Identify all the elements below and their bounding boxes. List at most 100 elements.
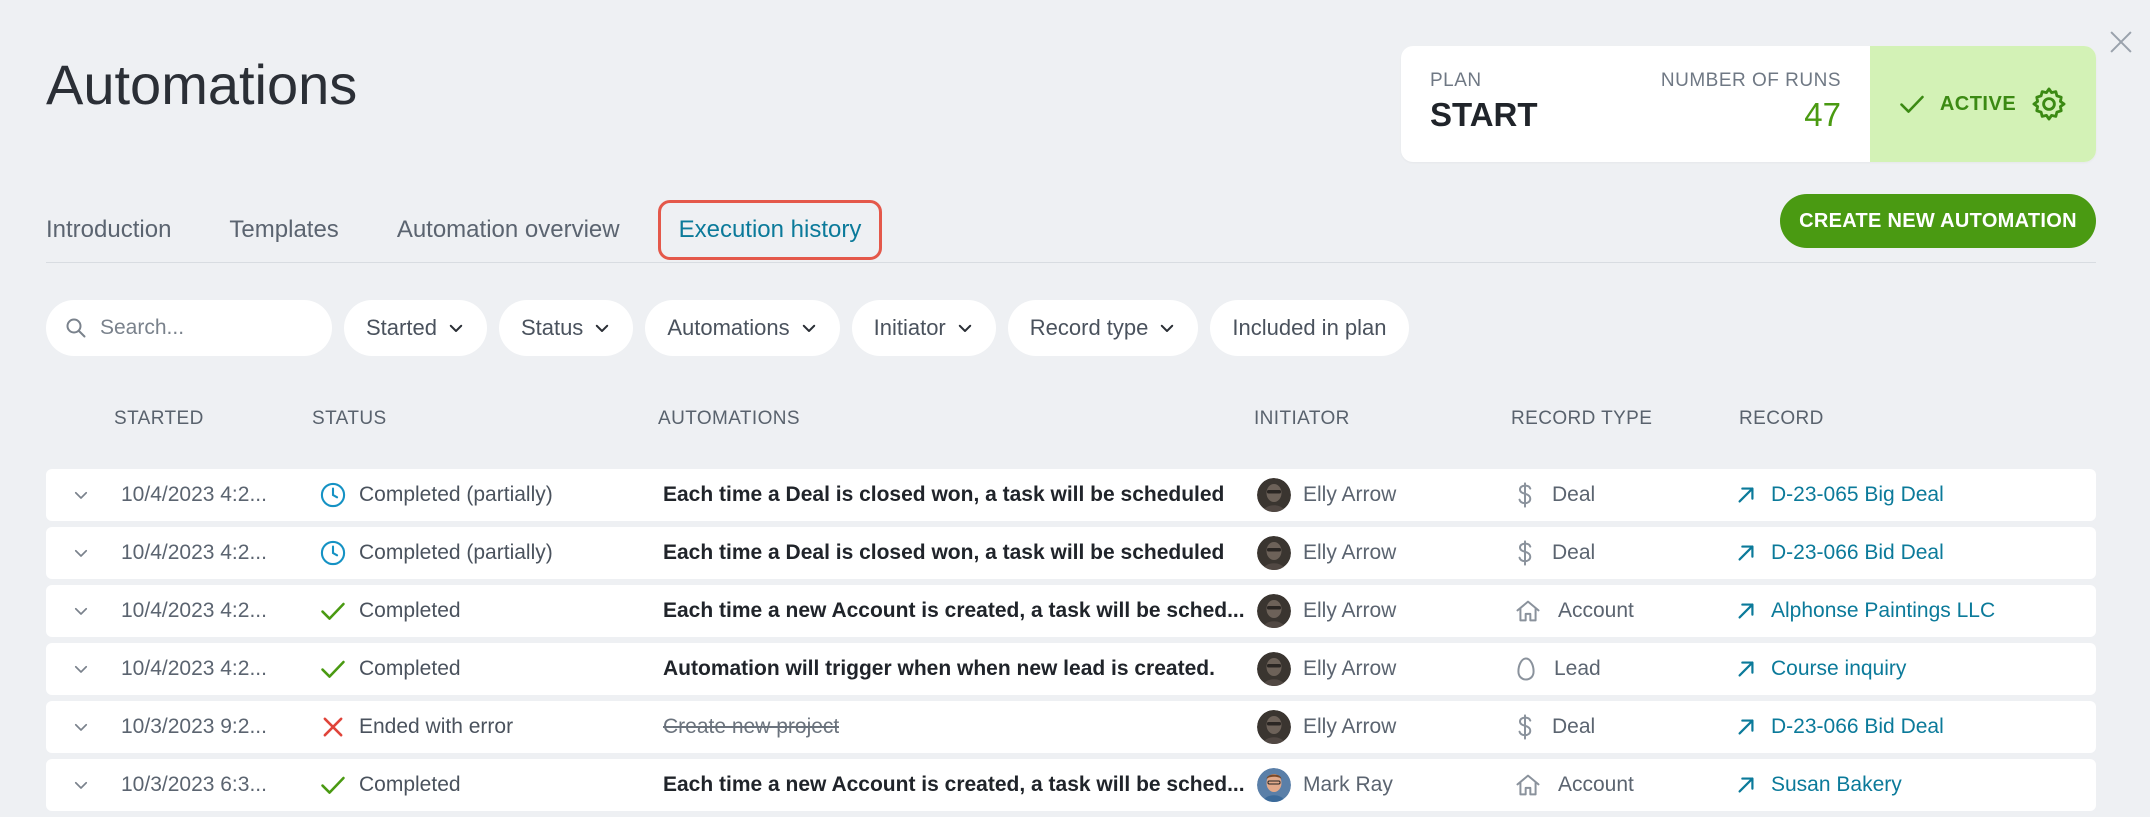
record-link[interactable]: D-23-065 Big Deal bbox=[1735, 469, 1944, 521]
record-type-cell: Deal bbox=[1514, 469, 1595, 521]
automation-name[interactable]: Create new project bbox=[663, 701, 839, 753]
status-text: Completed bbox=[359, 599, 461, 622]
started-cell: 10/4/2023 4:2... bbox=[121, 483, 267, 506]
filter-label: Status bbox=[520, 315, 584, 340]
automation-name[interactable]: Automation will trigger when when new le… bbox=[663, 643, 1215, 695]
initiator-cell: Elly Arrow bbox=[1257, 701, 1396, 753]
check-icon bbox=[319, 771, 347, 799]
tab-introduction[interactable]: Introduction bbox=[46, 208, 171, 252]
tab-automation-overview[interactable]: Automation overview bbox=[397, 208, 620, 252]
table-row[interactable]: 10/4/2023 4:2... Completed Automation will… bbox=[46, 643, 2096, 695]
search-box[interactable] bbox=[46, 300, 332, 356]
record-type-text: Deal bbox=[1552, 541, 1596, 564]
record-link[interactable]: Susan Bakery bbox=[1735, 759, 1902, 811]
initiator-name: Mark Ray bbox=[1303, 773, 1393, 796]
record-link-text[interactable]: D-23-066 Bid Deal bbox=[1771, 541, 1944, 565]
automation-name[interactable]: Each time a Deal is closed won, a task w… bbox=[663, 527, 1224, 579]
search-input[interactable] bbox=[98, 315, 322, 341]
clock-icon bbox=[319, 539, 347, 567]
record-link-text[interactable]: Alphonse Paintings LLC bbox=[1771, 599, 1995, 623]
automation-name[interactable]: Each time a new Account is created, a ta… bbox=[663, 759, 1245, 811]
record-link[interactable]: D-23-066 Bid Deal bbox=[1735, 527, 1944, 579]
avatar bbox=[1257, 478, 1291, 512]
avatar bbox=[1257, 536, 1291, 570]
filter-included-in-plan[interactable]: Included in plan bbox=[1210, 300, 1409, 356]
filter-initiator[interactable]: Initiator bbox=[851, 300, 996, 356]
table-row[interactable]: 10/3/2023 9:2... Ended with error Create n… bbox=[46, 701, 2096, 753]
record-link-text[interactable]: D-23-065 Big Deal bbox=[1771, 483, 1944, 507]
automation-name[interactable]: Each time a Deal is closed won, a task w… bbox=[663, 469, 1224, 521]
clock-icon bbox=[319, 481, 347, 509]
tab-execution-history[interactable]: Execution history bbox=[657, 200, 883, 260]
table-row[interactable]: 10/4/2023 4:2... Completed (partially) Eac… bbox=[46, 469, 2096, 521]
automation-name[interactable]: Each time a new Account is created, a ta… bbox=[663, 585, 1245, 637]
initiator-cell: Elly Arrow bbox=[1257, 469, 1396, 521]
column-header-initiator[interactable]: INITIATOR bbox=[1254, 408, 1350, 430]
initiator-name: Elly Arrow bbox=[1303, 715, 1397, 738]
expand-chevron-icon[interactable] bbox=[72, 585, 90, 637]
tab-bar: Introduction Templates Automation overvi… bbox=[46, 200, 940, 260]
create-new-automation-button[interactable]: CREATE NEW AUTOMATION bbox=[1780, 194, 2096, 248]
tab-templates[interactable]: Templates bbox=[229, 208, 338, 252]
record-type-cell: Account bbox=[1514, 585, 1634, 637]
table-row[interactable]: 10/3/2023 6:3... Completed Each time a new… bbox=[46, 759, 2096, 811]
expand-chevron-icon[interactable] bbox=[72, 643, 90, 695]
status-cell: Ended with error bbox=[319, 701, 513, 753]
column-header-automations[interactable]: AUTOMATIONS bbox=[658, 408, 800, 430]
filter-label: Initiator bbox=[873, 315, 946, 340]
active-label: ACTIVE bbox=[1939, 92, 2017, 115]
record-type-text: Lead bbox=[1554, 657, 1601, 680]
filter-label: Started bbox=[366, 315, 437, 340]
started-cell: 10/4/2023 4:2... bbox=[121, 599, 267, 622]
filter-status[interactable]: Status bbox=[498, 300, 634, 356]
dollar-icon bbox=[1514, 481, 1536, 509]
filter-label: Automations bbox=[667, 315, 790, 340]
filter-label: Included in plan bbox=[1232, 315, 1387, 340]
tabs-divider bbox=[46, 262, 2096, 263]
initiator-cell: Elly Arrow bbox=[1257, 585, 1396, 637]
filter-automations[interactable]: Automations bbox=[645, 300, 840, 356]
search-icon bbox=[66, 318, 86, 338]
initiator-name: Elly Arrow bbox=[1303, 657, 1397, 680]
column-header-started[interactable]: STARTED bbox=[114, 408, 204, 430]
check-icon bbox=[319, 597, 347, 625]
record-link[interactable]: Course inquiry bbox=[1735, 643, 1906, 695]
external-link-arrow-icon bbox=[1735, 658, 1757, 680]
status-text: Completed (partially) bbox=[359, 483, 553, 506]
expand-chevron-icon[interactable] bbox=[72, 469, 90, 521]
column-header-record-type[interactable]: RECORD TYPE bbox=[1511, 408, 1652, 430]
avatar bbox=[1257, 594, 1291, 628]
status-text: Completed (partially) bbox=[359, 541, 553, 564]
external-link-arrow-icon bbox=[1735, 484, 1757, 506]
gear-icon[interactable] bbox=[2030, 85, 2068, 123]
expand-chevron-icon[interactable] bbox=[72, 527, 90, 579]
started-cell: 10/3/2023 9:2... bbox=[121, 715, 267, 738]
expand-chevron-icon[interactable] bbox=[72, 701, 90, 753]
chevron-down-icon bbox=[1161, 324, 1174, 332]
started-cell: 10/3/2023 6:3... bbox=[121, 773, 267, 796]
table-row[interactable]: 10/4/2023 4:2... Completed Each time a new… bbox=[46, 585, 2096, 637]
plan-label: PLAN bbox=[1430, 70, 1482, 91]
expand-chevron-icon[interactable] bbox=[72, 759, 90, 811]
filter-started[interactable]: Started bbox=[344, 300, 487, 356]
avatar bbox=[1257, 768, 1291, 802]
close-icon[interactable] bbox=[2106, 26, 2136, 56]
record-link-text[interactable]: D-23-066 Bid Deal bbox=[1771, 715, 1944, 739]
check-icon bbox=[319, 655, 347, 683]
record-type-text: Account bbox=[1558, 773, 1634, 796]
filter-record-type[interactable]: Record type bbox=[1007, 300, 1199, 356]
chevron-down-icon bbox=[449, 324, 463, 332]
column-header-status[interactable]: STATUS bbox=[312, 408, 387, 430]
table-row[interactable]: 10/4/2023 4:2... Completed (partially) Eac… bbox=[46, 527, 2096, 579]
record-link-text[interactable]: Course inquiry bbox=[1771, 657, 1906, 681]
record-link[interactable]: D-23-066 Bid Deal bbox=[1735, 701, 1944, 753]
record-type-cell: Account bbox=[1514, 759, 1634, 811]
record-link-text[interactable]: Susan Bakery bbox=[1771, 773, 1902, 797]
external-link-arrow-icon bbox=[1735, 600, 1757, 622]
record-link[interactable]: Alphonse Paintings LLC bbox=[1735, 585, 1995, 637]
column-header-record[interactable]: RECORD bbox=[1739, 408, 1824, 430]
dollar-icon bbox=[1514, 713, 1536, 741]
initiator-name: Elly Arrow bbox=[1303, 541, 1397, 564]
record-type-text: Deal bbox=[1552, 715, 1596, 738]
record-type-cell: Deal bbox=[1514, 701, 1595, 753]
